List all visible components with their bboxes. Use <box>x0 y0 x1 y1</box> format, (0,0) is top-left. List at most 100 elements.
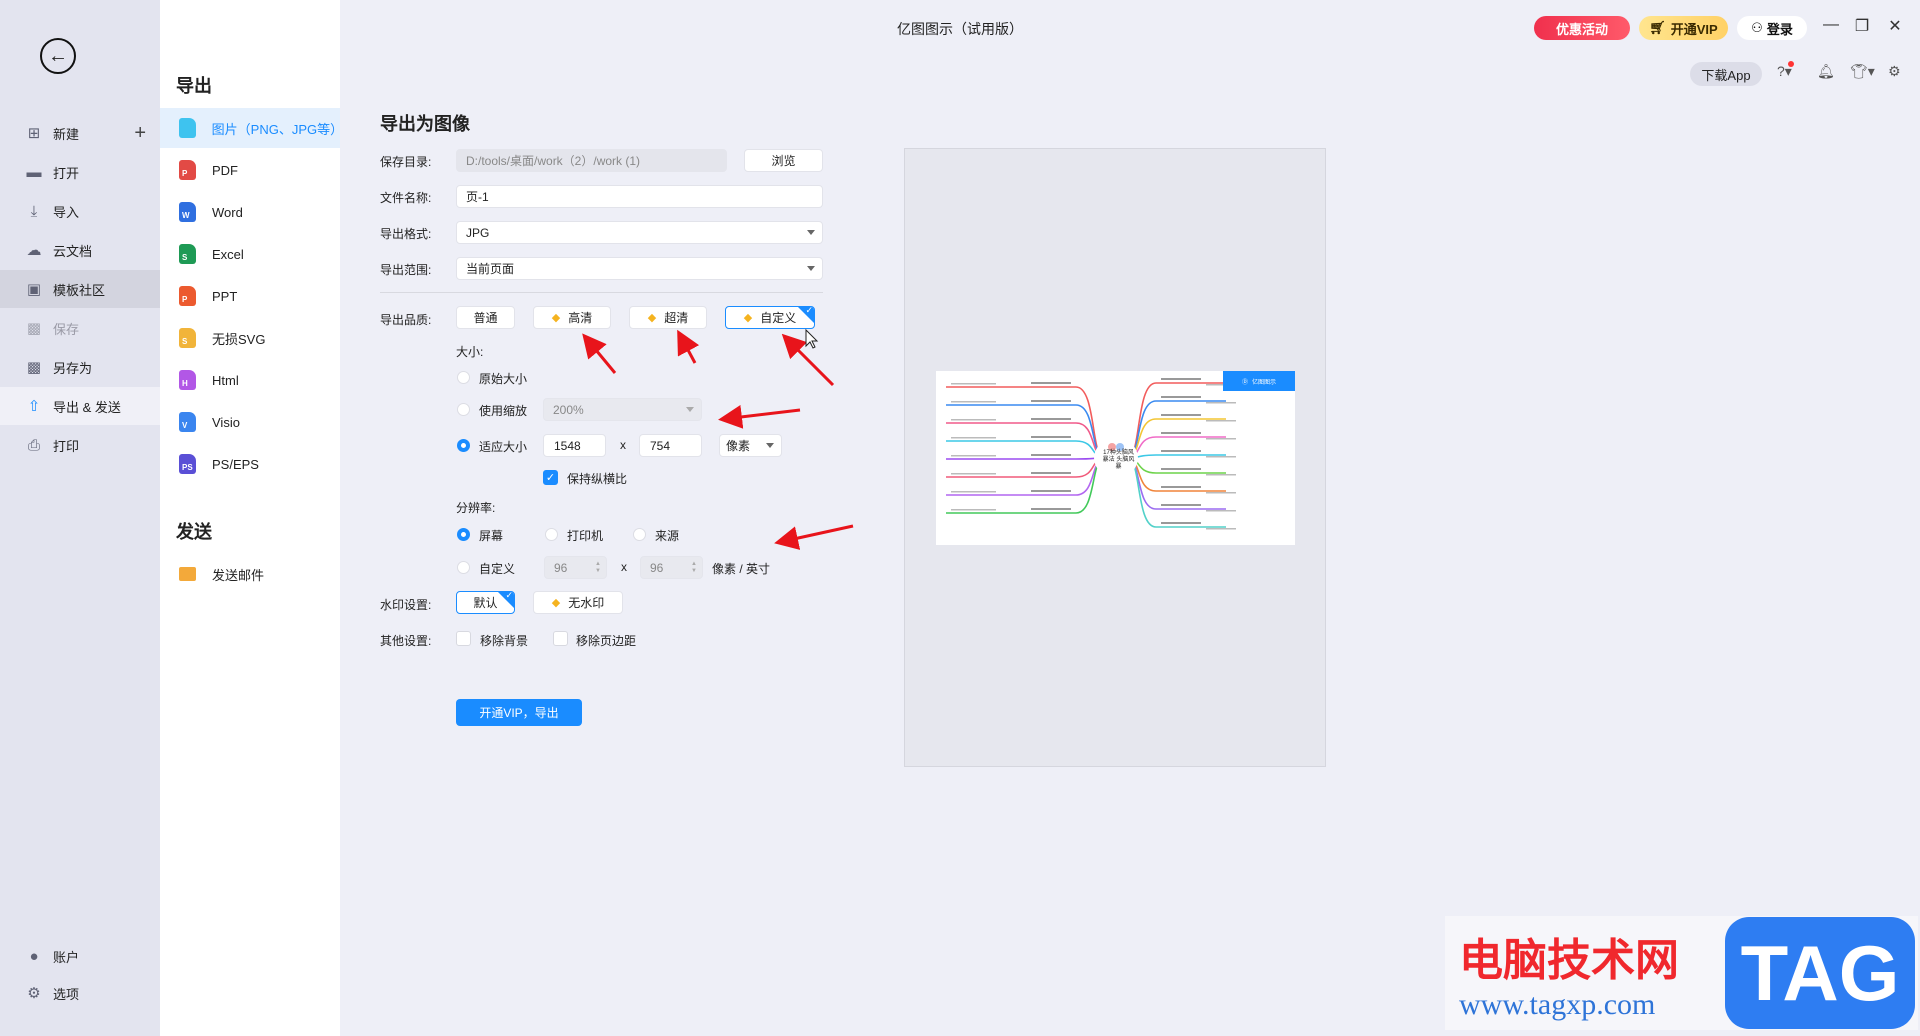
radio-custom-dpi[interactable] <box>457 561 470 574</box>
help-icon[interactable]: ?▾ <box>1777 61 1794 80</box>
download-app-button[interactable]: 下载App <box>1690 62 1762 86</box>
edraw-logo-icon: Ⓓ <box>1241 379 1248 386</box>
file-type-icon: H <box>179 370 196 390</box>
dpi-x-input[interactable]: 96 ▲ ▼ <box>544 556 607 579</box>
radio-original-size[interactable] <box>457 371 470 384</box>
export-type-item[interactable]: W Word <box>160 192 340 232</box>
preview-panel: 17种头脑风暴法 头脑风暴 Ⓓ 亿图图示 <box>904 148 1326 767</box>
sidebar-item-print[interactable]: ⎙ 打印 <box>0 426 160 464</box>
original-size-label: 原始大小 <box>479 372 528 386</box>
save-dir-input[interactable]: D:/tools/桌面/work（2）/work (1) <box>456 149 727 172</box>
sidebar-item-export-send[interactable]: ⇧ 导出 & 发送 <box>0 387 160 425</box>
plus-square-icon: ⊞ <box>27 125 41 142</box>
scale-label: 使用缩放 <box>479 404 528 418</box>
folder-icon: ▬ <box>26 163 42 181</box>
export-type-item[interactable]: H Html <box>160 360 340 400</box>
site-watermark: 电脑技术网 www.tagxp.com TAG <box>1445 916 1918 1030</box>
send-email-item[interactable]: 发送邮件 <box>160 554 340 594</box>
size-label: 大小: <box>456 345 484 359</box>
bell-icon[interactable]: 🔔︎ <box>1817 63 1835 80</box>
promo-button[interactable]: 优惠活动 <box>1534 16 1630 40</box>
shirt-icon[interactable]: 👕︎▾ <box>1850 63 1875 80</box>
file-name-label: 文件名称: <box>380 191 432 205</box>
close-button[interactable]: ✕ <box>1885 16 1905 36</box>
quality-hd-button[interactable]: ◆ 高清 <box>533 306 611 329</box>
plus-icon[interactable]: + <box>134 122 146 145</box>
radio-scale[interactable] <box>457 403 470 416</box>
watermark-default-button[interactable]: 默认 ✓ <box>456 591 515 614</box>
settings-gear-icon[interactable]: ⚙ <box>1888 63 1901 80</box>
minimize-button[interactable]: — <box>1821 16 1841 34</box>
file-name-input[interactable]: 页-1 <box>456 185 823 208</box>
export-type-item[interactable]: S Excel <box>160 234 340 274</box>
chevron-down-icon <box>766 443 774 448</box>
no-watermark-button[interactable]: ◆ 无水印 <box>533 591 623 614</box>
remove-margin-label: 移除页边距 <box>576 634 637 648</box>
arrow-annotation <box>781 333 835 387</box>
spinner-icon[interactable]: ▲ ▼ <box>691 561 697 575</box>
format-select[interactable]: JPG <box>456 221 823 244</box>
unit-select[interactable]: 像素 <box>719 434 782 457</box>
sidebar-item-open[interactable]: ▬ 打开 <box>0 153 160 191</box>
sidebar-item-account[interactable]: ● 账户 <box>0 937 160 975</box>
account-icon: ● <box>29 947 39 965</box>
radio-fit-size[interactable] <box>457 439 470 452</box>
sidebar-item-cloud[interactable]: ☁ 云文档 <box>0 231 160 269</box>
export-type-item[interactable]: P PDF <box>160 150 340 190</box>
height-input[interactable]: 754 <box>639 434 702 457</box>
radio-source[interactable] <box>633 528 646 541</box>
restore-button[interactable]: ❐ <box>1852 16 1872 36</box>
divider <box>380 292 823 293</box>
sidebar-item-save[interactable]: ▩ 保存 <box>0 309 160 347</box>
printer-icon: ⎙ <box>27 436 40 454</box>
diamond-icon: ◆ <box>551 312 561 324</box>
file-type-icon: P <box>179 160 196 180</box>
arrow-annotation <box>582 333 617 374</box>
remove-bg-label: 移除背景 <box>480 634 529 648</box>
quality-normal-button[interactable]: 普通 <box>456 306 515 329</box>
dpi-unit-label: 像素 / 英寸 <box>712 562 771 576</box>
range-select[interactable]: 当前页面 <box>456 257 823 280</box>
login-button[interactable]: ⚇ 登录 <box>1737 16 1807 40</box>
sidebar-item-save-as[interactable]: ▩ 另存为 <box>0 348 160 386</box>
export-type-item[interactable]: S 无损SVG <box>160 318 340 358</box>
spinner-icon[interactable]: ▲ ▼ <box>595 561 601 575</box>
screen-label: 屏幕 <box>479 529 504 543</box>
file-type-icon: PS <box>179 454 196 474</box>
quality-uhd-button[interactable]: ◆ 超清 <box>629 306 707 329</box>
export-type-item[interactable]: 图片（PNG、JPG等） <box>160 108 343 148</box>
sidebar-item-import[interactable]: ⤓ 导入 <box>0 192 160 230</box>
vip-export-button[interactable]: 开通VIP，导出 <box>456 699 582 726</box>
file-type-icon: V <box>179 412 196 432</box>
export-icon: ⇧ <box>27 398 41 415</box>
remove-margin-checkbox[interactable] <box>553 631 568 646</box>
vip-button[interactable]: 🛒︎ 开通VIP <box>1639 16 1728 40</box>
remove-bg-checkbox[interactable] <box>456 631 471 646</box>
times-label: x <box>620 438 626 452</box>
file-type-icon: W <box>179 202 196 222</box>
arrow-annotation <box>718 404 801 429</box>
mind-map-center-label: 17种头脑风暴法 头脑风暴 <box>1102 450 1135 470</box>
cart-icon: 🛒︎ <box>1649 20 1666 35</box>
width-input[interactable]: 1548 <box>543 434 606 457</box>
file-type-icon: S <box>179 328 196 348</box>
dpi-y-input[interactable]: 96 ▲ ▼ <box>640 556 703 579</box>
window-title: 亿图图示（试用版） <box>897 21 1023 37</box>
arrow-left-icon: ← <box>48 44 68 67</box>
sidebar-item-templates[interactable]: ▣ 模板社区 <box>0 270 160 308</box>
radio-screen[interactable] <box>457 528 470 541</box>
keep-ratio-checkbox[interactable]: ✓ <box>543 470 558 485</box>
export-type-item[interactable]: PS PS/EPS <box>160 444 340 484</box>
browse-button[interactable]: 浏览 <box>744 149 823 172</box>
quality-custom-button[interactable]: ◆ 自定义 ✓ <box>725 306 815 329</box>
radio-printer[interactable] <box>545 528 558 541</box>
scale-select[interactable]: 200% <box>543 398 702 421</box>
sidebar-item-options[interactable]: ⚙ 选项 <box>0 974 160 1012</box>
check-icon: ✓ <box>805 306 813 315</box>
export-type-item[interactable]: P PPT <box>160 276 340 316</box>
export-type-item[interactable]: V Visio <box>160 402 340 442</box>
preview-logo: Ⓓ 亿图图示 <box>1223 371 1295 391</box>
back-button[interactable]: ← <box>40 38 76 74</box>
sidebar-item-new[interactable]: ⊞ 新建 + <box>0 114 160 152</box>
import-icon: ⤓ <box>30 202 38 220</box>
